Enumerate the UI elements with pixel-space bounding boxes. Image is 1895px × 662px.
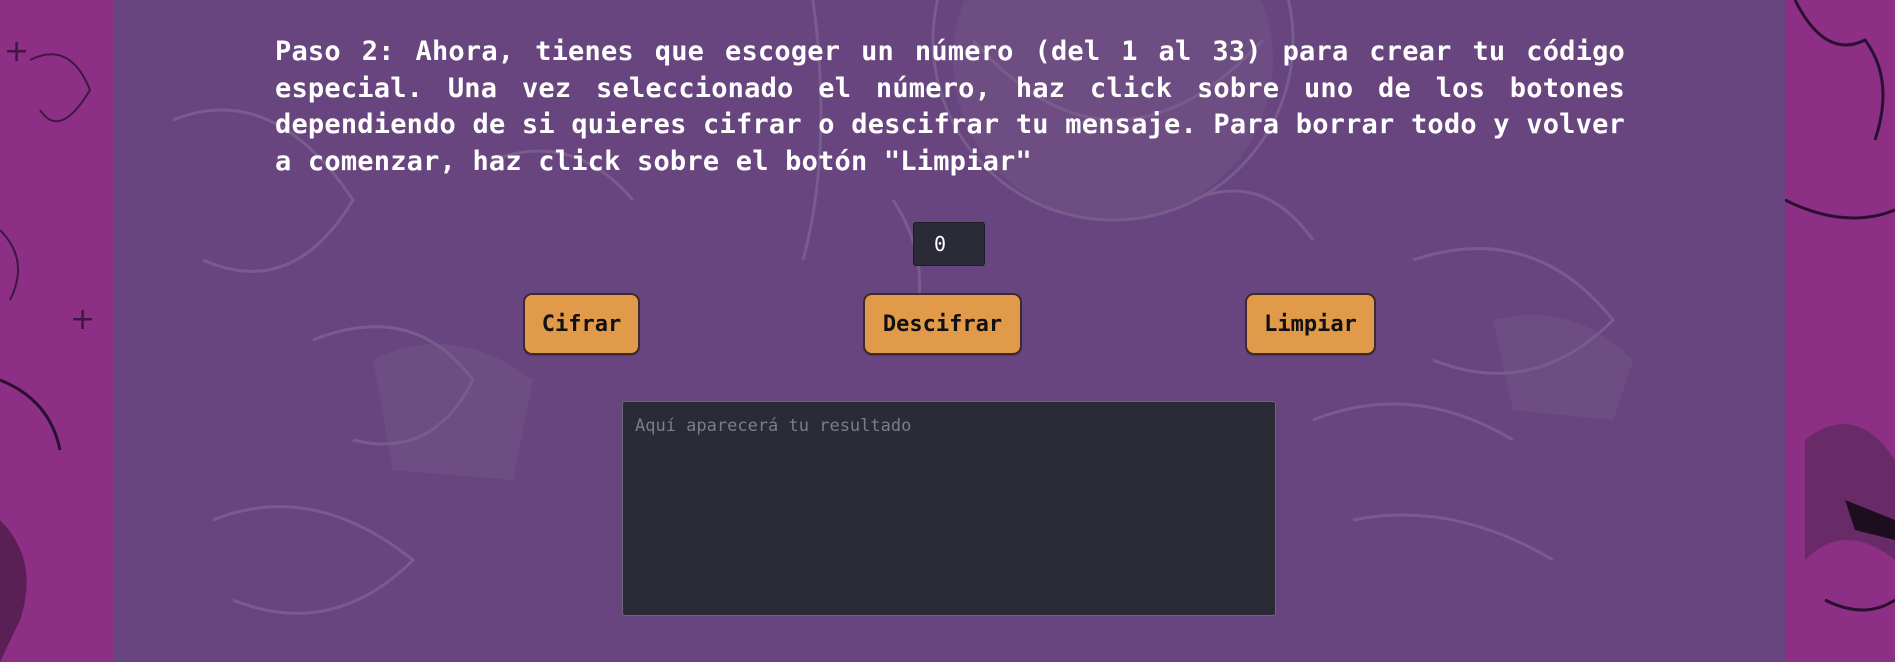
background-illustration-right — [1785, 0, 1895, 612]
cifrar-button[interactable]: Cifrar — [523, 293, 640, 355]
result-textarea[interactable] — [622, 401, 1276, 616]
main-panel: Paso 2: Ahora, tienes que escoger un núm… — [113, 0, 1785, 662]
background-illustration-left — [0, 53, 92, 662]
number-input[interactable] — [913, 222, 985, 266]
limpiar-button[interactable]: Limpiar — [1245, 293, 1376, 355]
descifrar-button[interactable]: Descifrar — [863, 293, 1022, 355]
sparkle-icon: + — [4, 34, 30, 69]
sparkle-icon: + — [70, 302, 96, 337]
instructions-text: Paso 2: Ahora, tienes que escoger un núm… — [275, 36, 1625, 177]
